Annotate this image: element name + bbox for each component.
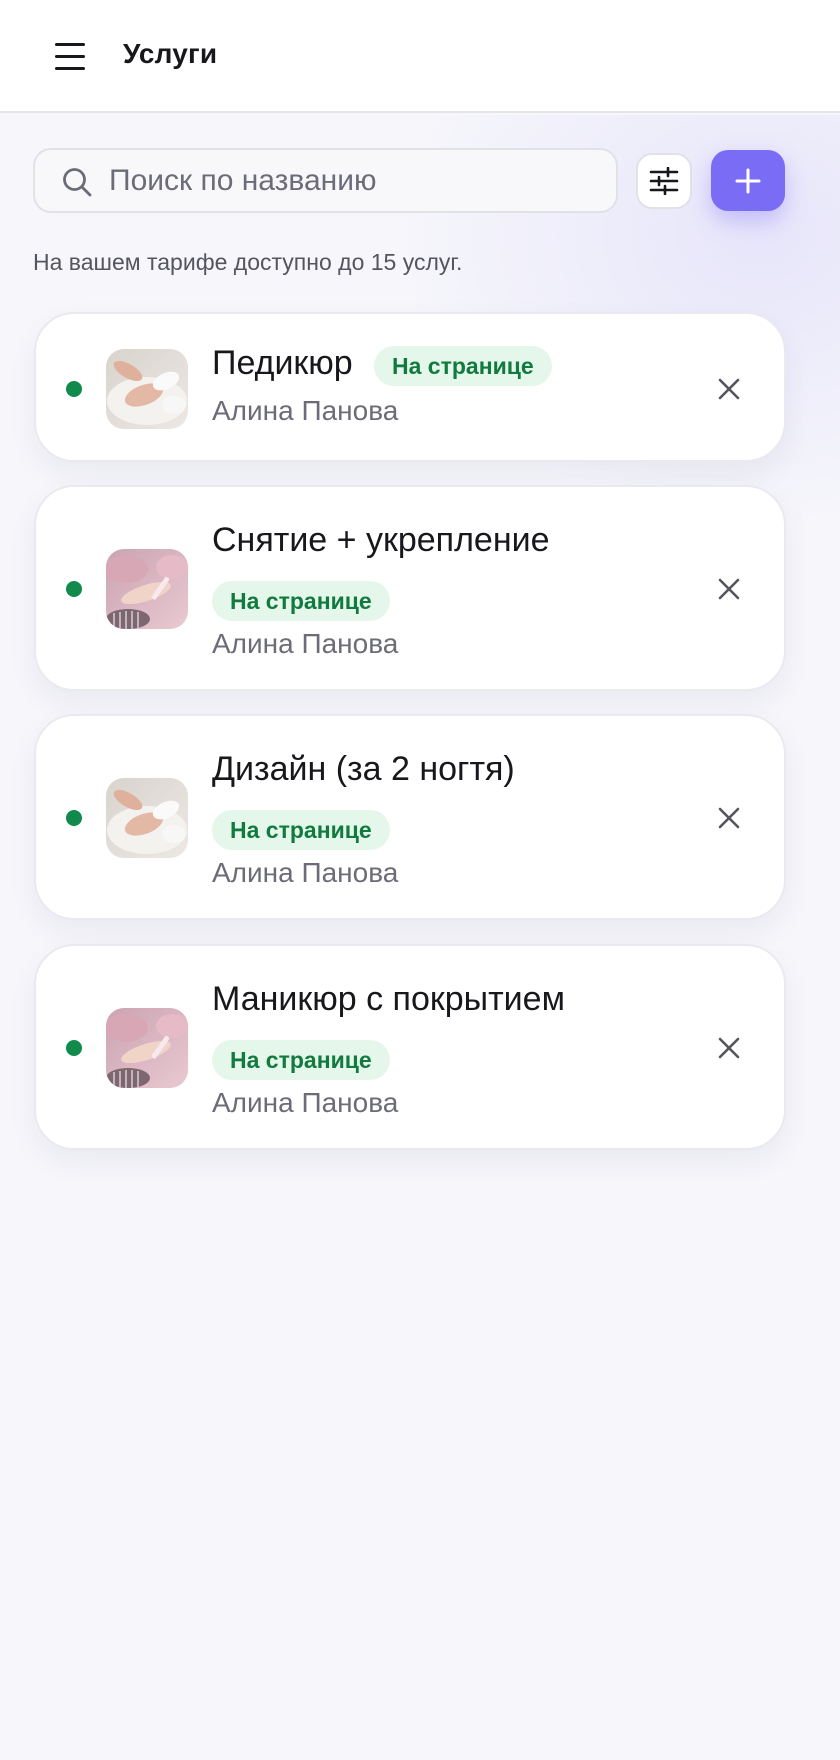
status-dot (66, 581, 82, 597)
remove-button[interactable] (707, 567, 751, 611)
service-title: Маникюр с покрытием (212, 980, 565, 1018)
close-icon (718, 378, 740, 400)
service-card[interactable]: Снятие + укрепление На странице Алина Па… (34, 485, 786, 691)
service-title: Дизайн (за 2 ногтя) (212, 750, 515, 788)
service-master: Алина Панова (212, 395, 399, 426)
manicure-photo (106, 549, 188, 629)
page-title: Услуги (123, 38, 218, 69)
filter-button[interactable] (636, 153, 692, 209)
status-badge: На странице (212, 810, 390, 850)
plus-icon (735, 168, 761, 193)
status-badge: На странице (212, 581, 390, 621)
search-field[interactable] (33, 148, 618, 213)
sliders-icon (649, 167, 679, 195)
service-master: Алина Панова (212, 857, 399, 888)
close-icon (718, 1037, 740, 1059)
app-header: Услуги (0, 0, 840, 113)
status-dot (66, 1040, 82, 1056)
menu-line (55, 54, 85, 58)
pedicure-photo (106, 778, 188, 858)
menu-line (55, 42, 85, 46)
pedicure-photo (106, 349, 188, 429)
close-icon (718, 578, 740, 600)
close-icon (718, 807, 740, 829)
remove-button[interactable] (707, 796, 751, 840)
service-card[interactable]: Педикюр На странице Алина Панова (34, 312, 786, 462)
service-master: Алина Панова (212, 1087, 399, 1118)
service-card[interactable]: Дизайн (за 2 ногтя) На странице Алина Па… (34, 714, 786, 920)
hamburger-icon[interactable] (40, 30, 100, 82)
menu-line (55, 66, 85, 70)
status-badge: На странице (374, 346, 552, 386)
search-input[interactable] (109, 156, 599, 206)
status-dot (66, 381, 82, 397)
service-title: Снятие + укрепление (212, 521, 550, 559)
service-card[interactable]: Маникюр с покрытием На странице Алина Па… (34, 944, 786, 1150)
add-service-button[interactable] (711, 150, 785, 211)
status-badge: На странице (212, 1040, 390, 1080)
status-dot (66, 810, 82, 826)
service-master: Алина Панова (212, 628, 399, 659)
search-icon (63, 168, 92, 197)
remove-button[interactable] (707, 1026, 751, 1070)
tariff-limit-note: На вашем тарифе доступно до 15 услуг. (33, 249, 463, 275)
remove-button[interactable] (707, 367, 751, 411)
manicure-photo (106, 1008, 188, 1088)
service-title: Педикюр (212, 344, 353, 382)
